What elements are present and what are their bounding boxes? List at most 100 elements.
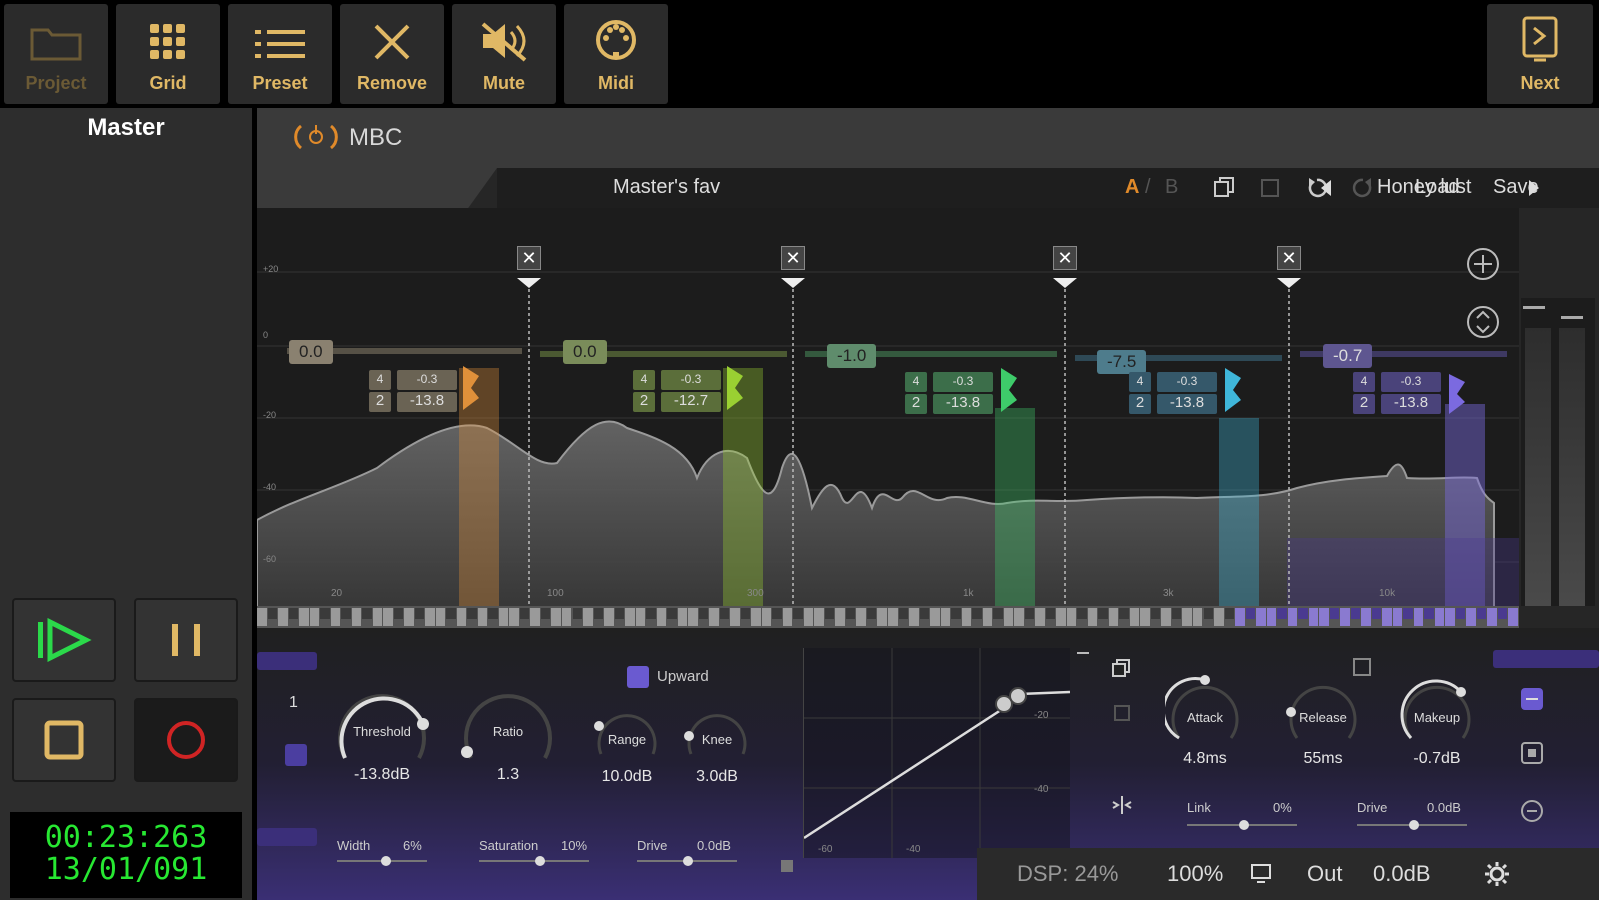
piano-key bbox=[320, 608, 330, 619]
status-bar: DSP: 24% 100% Out 0.0dB bbox=[977, 848, 1599, 900]
band-gain[interactable]: 0.0 bbox=[563, 340, 607, 364]
band-option-icon[interactable] bbox=[1519, 740, 1545, 766]
plugin-name: MBC bbox=[349, 124, 403, 151]
plugin-panel: MBC Master's fav A / B Load Save Honey l… bbox=[257, 108, 1599, 900]
x-label: 300 bbox=[747, 588, 764, 599]
piano-key bbox=[898, 608, 909, 619]
band-threshold: -13.8 bbox=[933, 394, 993, 414]
screen-icon[interactable] bbox=[1249, 862, 1273, 886]
width-slider[interactable] bbox=[337, 856, 427, 866]
mute-label: Mute bbox=[483, 73, 525, 93]
piano-key bbox=[1003, 608, 1014, 626]
link-split-icon[interactable] bbox=[1111, 794, 1133, 816]
band-enable-icon[interactable] bbox=[1519, 686, 1545, 712]
band-gain[interactable]: -1.0 bbox=[827, 344, 877, 368]
remove-crossover-button[interactable]: ✕ bbox=[1277, 246, 1301, 270]
play-button[interactable] bbox=[12, 598, 116, 682]
saturation-slider[interactable] bbox=[479, 856, 589, 866]
stop-button[interactable] bbox=[12, 698, 116, 782]
y-label: -40 bbox=[263, 482, 277, 492]
piano-key bbox=[856, 608, 866, 626]
knee-label: Knee bbox=[701, 732, 733, 747]
band-number: 1 bbox=[289, 694, 298, 711]
piano-key bbox=[1497, 608, 1508, 619]
pause-icon bbox=[172, 624, 200, 656]
auto-makeup-toggle[interactable] bbox=[1353, 658, 1371, 676]
preset-nav-name[interactable]: Honey lust bbox=[1377, 176, 1472, 199]
piano-key bbox=[1161, 608, 1171, 626]
zoom-level[interactable]: 100% bbox=[1167, 861, 1223, 887]
piano-key bbox=[1235, 608, 1245, 626]
band-q: 4 bbox=[1353, 372, 1375, 392]
remove-crossover-button[interactable]: ✕ bbox=[517, 246, 541, 270]
pause-button[interactable] bbox=[134, 598, 238, 682]
link-slider[interactable] bbox=[1187, 820, 1297, 830]
piano-key bbox=[646, 608, 656, 619]
band-gain[interactable]: 0.0 bbox=[289, 340, 333, 364]
preset-next-icon[interactable] bbox=[1527, 178, 1541, 198]
spectrum-analyzer[interactable]: +20 0 -20 -40 -60 20 100 300 1k 3k 10k ✕… bbox=[257, 208, 1519, 606]
piano-key bbox=[1024, 608, 1035, 619]
next-label: Next bbox=[1520, 73, 1560, 93]
paste-band-icon[interactable] bbox=[1111, 702, 1133, 724]
drive-slider-2[interactable] bbox=[1357, 820, 1467, 830]
piano-key bbox=[383, 608, 393, 626]
band-range: -0.3 bbox=[397, 370, 457, 390]
curve-y-label: -40 bbox=[1034, 784, 1049, 795]
paste-icon[interactable] bbox=[1259, 176, 1281, 198]
record-button[interactable] bbox=[134, 698, 238, 782]
upward-checkbox[interactable] bbox=[627, 666, 649, 688]
piano-key bbox=[1129, 608, 1140, 626]
copy-icon[interactable] bbox=[1213, 176, 1235, 198]
add-band-icon[interactable] bbox=[1465, 246, 1501, 282]
band-solo-toggle[interactable] bbox=[285, 744, 307, 766]
ab-b[interactable]: B bbox=[1165, 176, 1178, 199]
piano-key bbox=[751, 608, 761, 626]
next-button[interactable]: Next bbox=[1487, 4, 1593, 104]
remove-crossover-button[interactable]: ✕ bbox=[1053, 246, 1077, 270]
plugin-header: MBC bbox=[257, 108, 1599, 168]
piano-key bbox=[1371, 608, 1382, 619]
piano-key bbox=[498, 608, 509, 626]
piano-key bbox=[1403, 608, 1413, 619]
piano-key bbox=[824, 608, 835, 619]
remove-crossover-button[interactable]: ✕ bbox=[781, 246, 805, 270]
band-gain[interactable]: -0.7 bbox=[1323, 344, 1373, 368]
piano-key bbox=[435, 608, 446, 626]
piano-key bbox=[1045, 608, 1056, 619]
redo-icon[interactable] bbox=[1351, 176, 1375, 200]
piano-key bbox=[299, 608, 309, 626]
drive-label-2: Drive bbox=[1357, 800, 1388, 815]
ab-a[interactable]: A bbox=[1125, 176, 1139, 199]
band-gain[interactable]: -7.5 bbox=[1097, 350, 1147, 374]
preset-prev-icon[interactable] bbox=[1319, 178, 1333, 198]
remove-button[interactable]: Remove bbox=[340, 4, 444, 104]
band-threshold: -12.7 bbox=[661, 392, 721, 412]
piano-key bbox=[793, 608, 803, 619]
settings-gear-icon[interactable] bbox=[1483, 860, 1511, 888]
curve-handle[interactable] bbox=[781, 860, 793, 872]
mute-button[interactable]: Mute bbox=[452, 4, 556, 104]
band-sidechain-icon[interactable] bbox=[1519, 798, 1545, 824]
piano-key bbox=[814, 608, 824, 626]
copy-band-icon[interactable] bbox=[1111, 658, 1133, 680]
midi-icon bbox=[594, 18, 638, 67]
transfer-curve[interactable]: -20 -40 -60 -40 bbox=[803, 648, 1070, 858]
piano-key bbox=[866, 608, 877, 619]
preset-button[interactable]: Preset bbox=[228, 4, 332, 104]
plugin-power-icon[interactable] bbox=[291, 120, 341, 154]
piano-key bbox=[761, 608, 772, 626]
midi-label: Midi bbox=[598, 73, 634, 93]
out-label: Out bbox=[1307, 861, 1343, 886]
preset-name[interactable]: Master's fav bbox=[613, 176, 720, 199]
remove-label: Remove bbox=[356, 73, 428, 93]
project-button[interactable]: Project bbox=[4, 4, 108, 104]
grid-button[interactable]: Grid bbox=[116, 4, 220, 104]
midi-button[interactable]: Midi bbox=[564, 4, 668, 104]
zoom-vertical-icon[interactable] bbox=[1465, 304, 1501, 340]
drive-slider[interactable] bbox=[637, 856, 737, 866]
out-value[interactable]: 0.0dB bbox=[1373, 861, 1431, 887]
piano-key bbox=[530, 608, 540, 626]
dsp-load: DSP: 24% bbox=[1017, 861, 1119, 886]
threshold-label: Threshold bbox=[353, 724, 411, 739]
